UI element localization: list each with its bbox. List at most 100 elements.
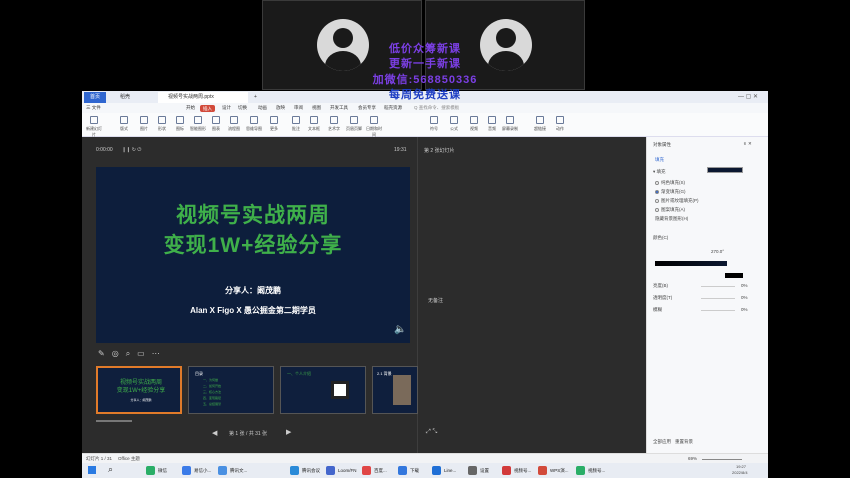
wordart-button[interactable]: 艺术字 <box>326 116 342 136</box>
textbox-icon <box>310 116 318 124</box>
comment-button[interactable]: 批注 <box>288 116 304 136</box>
shape-button[interactable]: 形状 <box>154 116 170 136</box>
fill-option-solid[interactable]: 纯色填充(S) <box>661 180 685 186</box>
zoom-slider[interactable] <box>702 459 742 460</box>
fill-color-swatch[interactable] <box>707 167 743 173</box>
taskbar-app-3[interactable]: 腾讯会议 <box>290 465 320 476</box>
fill-tab[interactable]: 填充 <box>655 157 664 163</box>
chart-button[interactable]: 图表 <box>208 116 224 136</box>
taskbar-app-10[interactable]: WPS演... <box>538 465 569 476</box>
transparency-slider[interactable] <box>701 298 735 299</box>
header-footer-button[interactable]: 页眉页脚 <box>346 116 362 136</box>
apply-all-button[interactable]: 全部应用 <box>653 439 671 445</box>
taskbar-app-11[interactable]: 视频号... <box>576 465 605 476</box>
presenter-view: 0:00:00 ❙❙ ↻ ⏻ 19:31 第 2 张幻灯片 无备注 视频号实战两… <box>82 137 646 453</box>
taskbar-app-2[interactable]: 腾讯文... <box>218 465 247 476</box>
notes-label: 无备注 <box>428 298 444 304</box>
speaker-icon[interactable]: 🔈 <box>394 324 406 335</box>
zoom-icon[interactable]: ⌕ <box>126 349 137 358</box>
taskbar-app-1[interactable]: 易信小... <box>182 465 211 476</box>
ribbon-tab-transition[interactable]: 切换 <box>238 103 247 113</box>
layout-button[interactable]: 版式 <box>116 116 132 136</box>
taskbar-app-9[interactable]: 视频号... <box>502 465 531 476</box>
ribbon-tab-design[interactable]: 设计 <box>222 103 231 113</box>
expand-icon[interactable]: ⤢ ⤡ <box>426 429 437 436</box>
blur-slider[interactable] <box>701 310 735 311</box>
slide-thumbnail-1[interactable]: 视频号实战两周 变现1W+经验分享 分享人：阚茂鹏 <box>96 366 182 414</box>
panel-close-icon[interactable]: ⌆ ✕ <box>743 141 752 147</box>
slide-thumbnail-4[interactable]: 2.1 背景 <box>372 366 418 414</box>
taskbar-app-4[interactable]: Loom/FN <box>326 465 357 476</box>
gradient-bar[interactable] <box>655 261 727 266</box>
brightness-slider[interactable] <box>701 286 735 287</box>
slide-speaker: 分享人：阚茂鹏 <box>225 286 281 295</box>
ribbon-tab-slideshow[interactable]: 放映 <box>276 103 285 113</box>
audio-button[interactable]: 音频 <box>484 116 500 136</box>
new-slide-button[interactable]: 新建幻灯片 <box>86 116 102 137</box>
transparency-label: 透明度(T) <box>653 295 673 300</box>
ribbon-tab-file[interactable]: 三 文件 <box>86 103 101 113</box>
ribbon-tab-home[interactable]: 开始 <box>186 103 195 113</box>
more-button[interactable]: 更多 <box>266 116 282 136</box>
more-icon <box>270 116 278 124</box>
command-search[interactable]: Q 查找命令、搜索模板 <box>414 103 459 113</box>
taskbar-app-6[interactable]: 下载 <box>398 465 419 476</box>
photo-placeholder <box>393 375 411 405</box>
taskbar-app-5[interactable]: 百度... <box>362 465 387 476</box>
prev-slide-button[interactable]: ◀ <box>212 429 217 437</box>
blur-value[interactable]: 0% <box>741 307 748 312</box>
windows-start-icon[interactable] <box>88 466 96 474</box>
stop-color-swatch[interactable] <box>725 273 743 278</box>
search-icon[interactable]: ⌕ <box>108 464 113 475</box>
angle-value[interactable]: 270.0° <box>711 249 724 254</box>
taskbar-app-7[interactable]: Line... <box>432 465 456 476</box>
taskbar-wechat[interactable]: 微信 <box>146 465 167 476</box>
hide-background-checkbox[interactable]: 隐藏背景图形(H) <box>655 216 688 222</box>
pen-icon[interactable]: ✎ <box>98 349 112 358</box>
timer-controls[interactable]: ❙❙ ↻ ⏻ <box>122 147 141 153</box>
mindmap-icon <box>250 116 258 124</box>
next-slide-button[interactable]: ▶ <box>286 428 291 436</box>
next-slide-label: 第 2 张幻灯片 <box>424 148 455 154</box>
ribbon-tab-member[interactable]: 会员专享 <box>358 103 376 113</box>
new-slide-icon <box>90 116 98 124</box>
formula-button[interactable]: 公式 <box>446 116 462 136</box>
laser-icon[interactable]: ◎ <box>112 349 126 358</box>
picture-button[interactable]: 图片 <box>136 116 152 136</box>
more-icon[interactable]: ⋯ <box>152 349 167 358</box>
transparency-value[interactable]: 0% <box>741 295 748 300</box>
flowchart-button[interactable]: 流程图 <box>226 116 242 136</box>
video-button[interactable]: 视频 <box>466 116 482 136</box>
ribbon-tab-animation[interactable]: 动画 <box>258 103 267 113</box>
thumbnail-scrollbar[interactable] <box>96 420 132 422</box>
icon-button[interactable]: 图标 <box>172 116 188 136</box>
smartart-button[interactable]: 智能图形 <box>190 116 206 136</box>
ribbon-tab-review[interactable]: 审阅 <box>294 103 303 113</box>
current-slide[interactable]: 视频号实战两周 变现1W+经验分享 分享人：阚茂鹏 Alan X Figo X … <box>96 167 410 343</box>
taskbar-app-8[interactable]: 设置 <box>468 465 489 476</box>
zoom-level[interactable]: 69% <box>688 456 697 461</box>
ribbon-tab-view[interactable]: 视图 <box>312 103 321 113</box>
fill-option-picture[interactable]: 图片或纹理填充(P) <box>661 198 699 204</box>
ribbon-tab-docer[interactable]: 稻壳资源 <box>384 103 402 113</box>
screen-record-button[interactable]: 屏幕录制 <box>502 116 518 136</box>
reset-background-button[interactable]: 重置背景 <box>675 439 693 445</box>
ribbon-tab-devtools[interactable]: 开发工具 <box>330 103 348 113</box>
fill-section[interactable]: ▾ 填充 <box>653 169 666 175</box>
mindmap-button[interactable]: 思维导图 <box>246 116 262 136</box>
datetime-button[interactable]: 日期和时间 <box>366 116 382 137</box>
symbol-button[interactable]: 符号 <box>426 116 442 136</box>
taskbar: ⌕ 微信 易信小... 腾讯文... 腾讯会议 Loom/FN 百度... 下载… <box>82 463 768 478</box>
elapsed-timer: 0:00:00 <box>96 147 113 153</box>
action-button[interactable]: 动作 <box>552 116 568 136</box>
brightness-value[interactable]: 0% <box>741 283 748 288</box>
slide-thumbnail-2[interactable]: 目录 一、为何做 二、如何开始 三、核心方法 四、变现路径 五、总结展望 <box>188 366 274 414</box>
screen-icon[interactable]: ▭ <box>137 349 152 358</box>
hyperlink-button[interactable]: 超链接 <box>532 116 548 136</box>
textbox-button[interactable]: 文本框 <box>306 116 322 136</box>
fill-option-gradient[interactable]: 渐变填充(G) <box>661 189 686 195</box>
slide-thumbnail-3[interactable]: 一、个人介绍 <box>280 366 366 414</box>
fill-option-pattern[interactable]: 图案填充(A) <box>661 207 685 213</box>
icons-icon <box>176 116 184 124</box>
ribbon-tab-insert[interactable]: 插入 <box>200 104 215 112</box>
